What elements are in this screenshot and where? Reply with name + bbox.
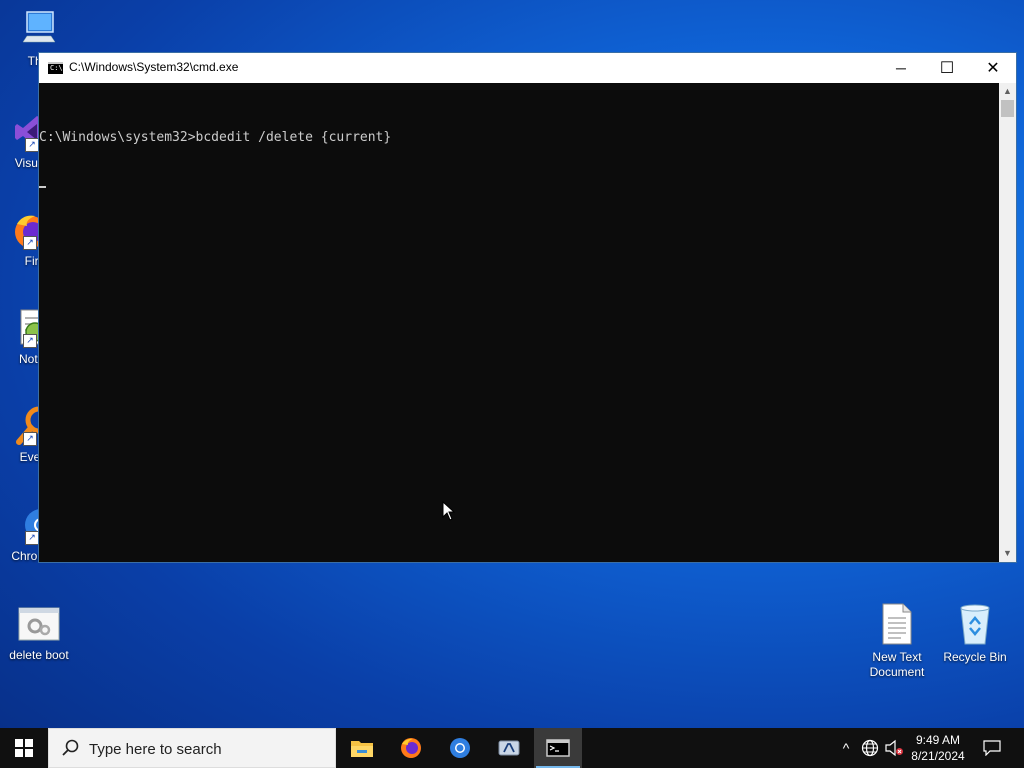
taskbar-file-explorer[interactable]	[338, 728, 386, 768]
text-document-icon	[879, 602, 915, 646]
cmd-icon	[546, 739, 570, 757]
file-explorer-icon	[351, 741, 373, 757]
notification-icon	[983, 740, 1001, 756]
scroll-up-arrow-icon[interactable]: ▲	[999, 83, 1016, 100]
scroll-down-arrow-icon[interactable]: ▼	[999, 545, 1016, 562]
firefox-icon	[401, 738, 421, 758]
batch-file-icon	[17, 604, 61, 644]
desktop-icon-label: New Text	[872, 650, 922, 664]
shortcut-arrow-icon: ↗	[23, 236, 37, 250]
network-globe-icon[interactable]	[860, 738, 880, 758]
search-icon	[62, 739, 79, 756]
shortcut-arrow-icon: ↗	[23, 432, 37, 446]
search-placeholder: Type here to search	[89, 741, 222, 758]
windows-logo-icon	[15, 739, 33, 757]
cmd-window[interactable]: C:\ C:\Windows\System32\cmd.exe ─ ☐ ✕ C:…	[38, 52, 1017, 563]
minimize-icon: ─	[896, 60, 906, 76]
window-titlebar[interactable]: C:\ C:\Windows\System32\cmd.exe ─ ☐ ✕	[39, 53, 1016, 83]
recycle-bin-icon	[955, 602, 995, 646]
computer-icon	[17, 8, 61, 52]
taskbar: Type here to search ^ 9:49 AM 8/21/2024	[0, 728, 1024, 768]
desktop-icon-delete-boot[interactable]: delete boot	[0, 604, 78, 663]
taskbar-clock[interactable]: 9:49 AM 8/21/2024	[905, 732, 971, 764]
taskbar-app[interactable]	[485, 728, 533, 768]
vertical-scrollbar[interactable]: ▲ ▼	[999, 83, 1016, 562]
console-output[interactable]: C:\Windows\system32>bcdedit /delete {cur…	[39, 83, 1000, 562]
desktop-icon-new-text-document[interactable]: New Text Document	[858, 602, 936, 680]
mouse-pointer-icon	[442, 500, 456, 526]
chromium-icon	[450, 738, 470, 758]
window-title: C:\Windows\System32\cmd.exe	[69, 60, 239, 74]
taskbar-chromium[interactable]	[436, 728, 484, 768]
volume-muted-icon[interactable]	[884, 738, 904, 758]
action-center-button[interactable]	[970, 728, 1014, 768]
start-button[interactable]	[0, 728, 48, 768]
tray-overflow-chevron-icon[interactable]: ^	[838, 738, 854, 758]
minimize-button[interactable]: ─	[878, 53, 924, 83]
close-icon: ✕	[986, 60, 1000, 77]
console-prompt-line	[39, 176, 1000, 192]
desktop-icon-label-line2: Document	[869, 665, 925, 679]
maximize-icon: ☐	[939, 60, 955, 77]
console-line: C:\Windows\system32>bcdedit /delete {cur…	[39, 130, 392, 145]
taskbar-cmd[interactable]	[534, 728, 582, 768]
clock-date: 8/21/2024	[911, 749, 965, 763]
shortcut-arrow-icon: ↗	[23, 334, 37, 348]
desktop-icon-recycle-bin[interactable]: Recycle Bin	[936, 602, 1014, 665]
cmd-icon: C:\	[48, 62, 63, 74]
text-cursor	[39, 186, 46, 188]
taskbar-firefox[interactable]	[387, 728, 435, 768]
scrollbar-thumb[interactable]	[1001, 100, 1014, 117]
maximize-button[interactable]: ☐	[924, 53, 970, 83]
clock-time: 9:49 AM	[915, 733, 961, 747]
desktop-icon-label: Recycle Bin	[943, 650, 1007, 664]
app-icon	[498, 740, 520, 756]
taskbar-search-box[interactable]: Type here to search	[48, 728, 336, 768]
close-button[interactable]: ✕	[970, 53, 1016, 83]
shortcut-arrow-icon: ↗	[25, 531, 39, 545]
desktop-icon-label: delete boot	[9, 648, 69, 662]
shortcut-arrow-icon: ↗	[25, 138, 39, 152]
